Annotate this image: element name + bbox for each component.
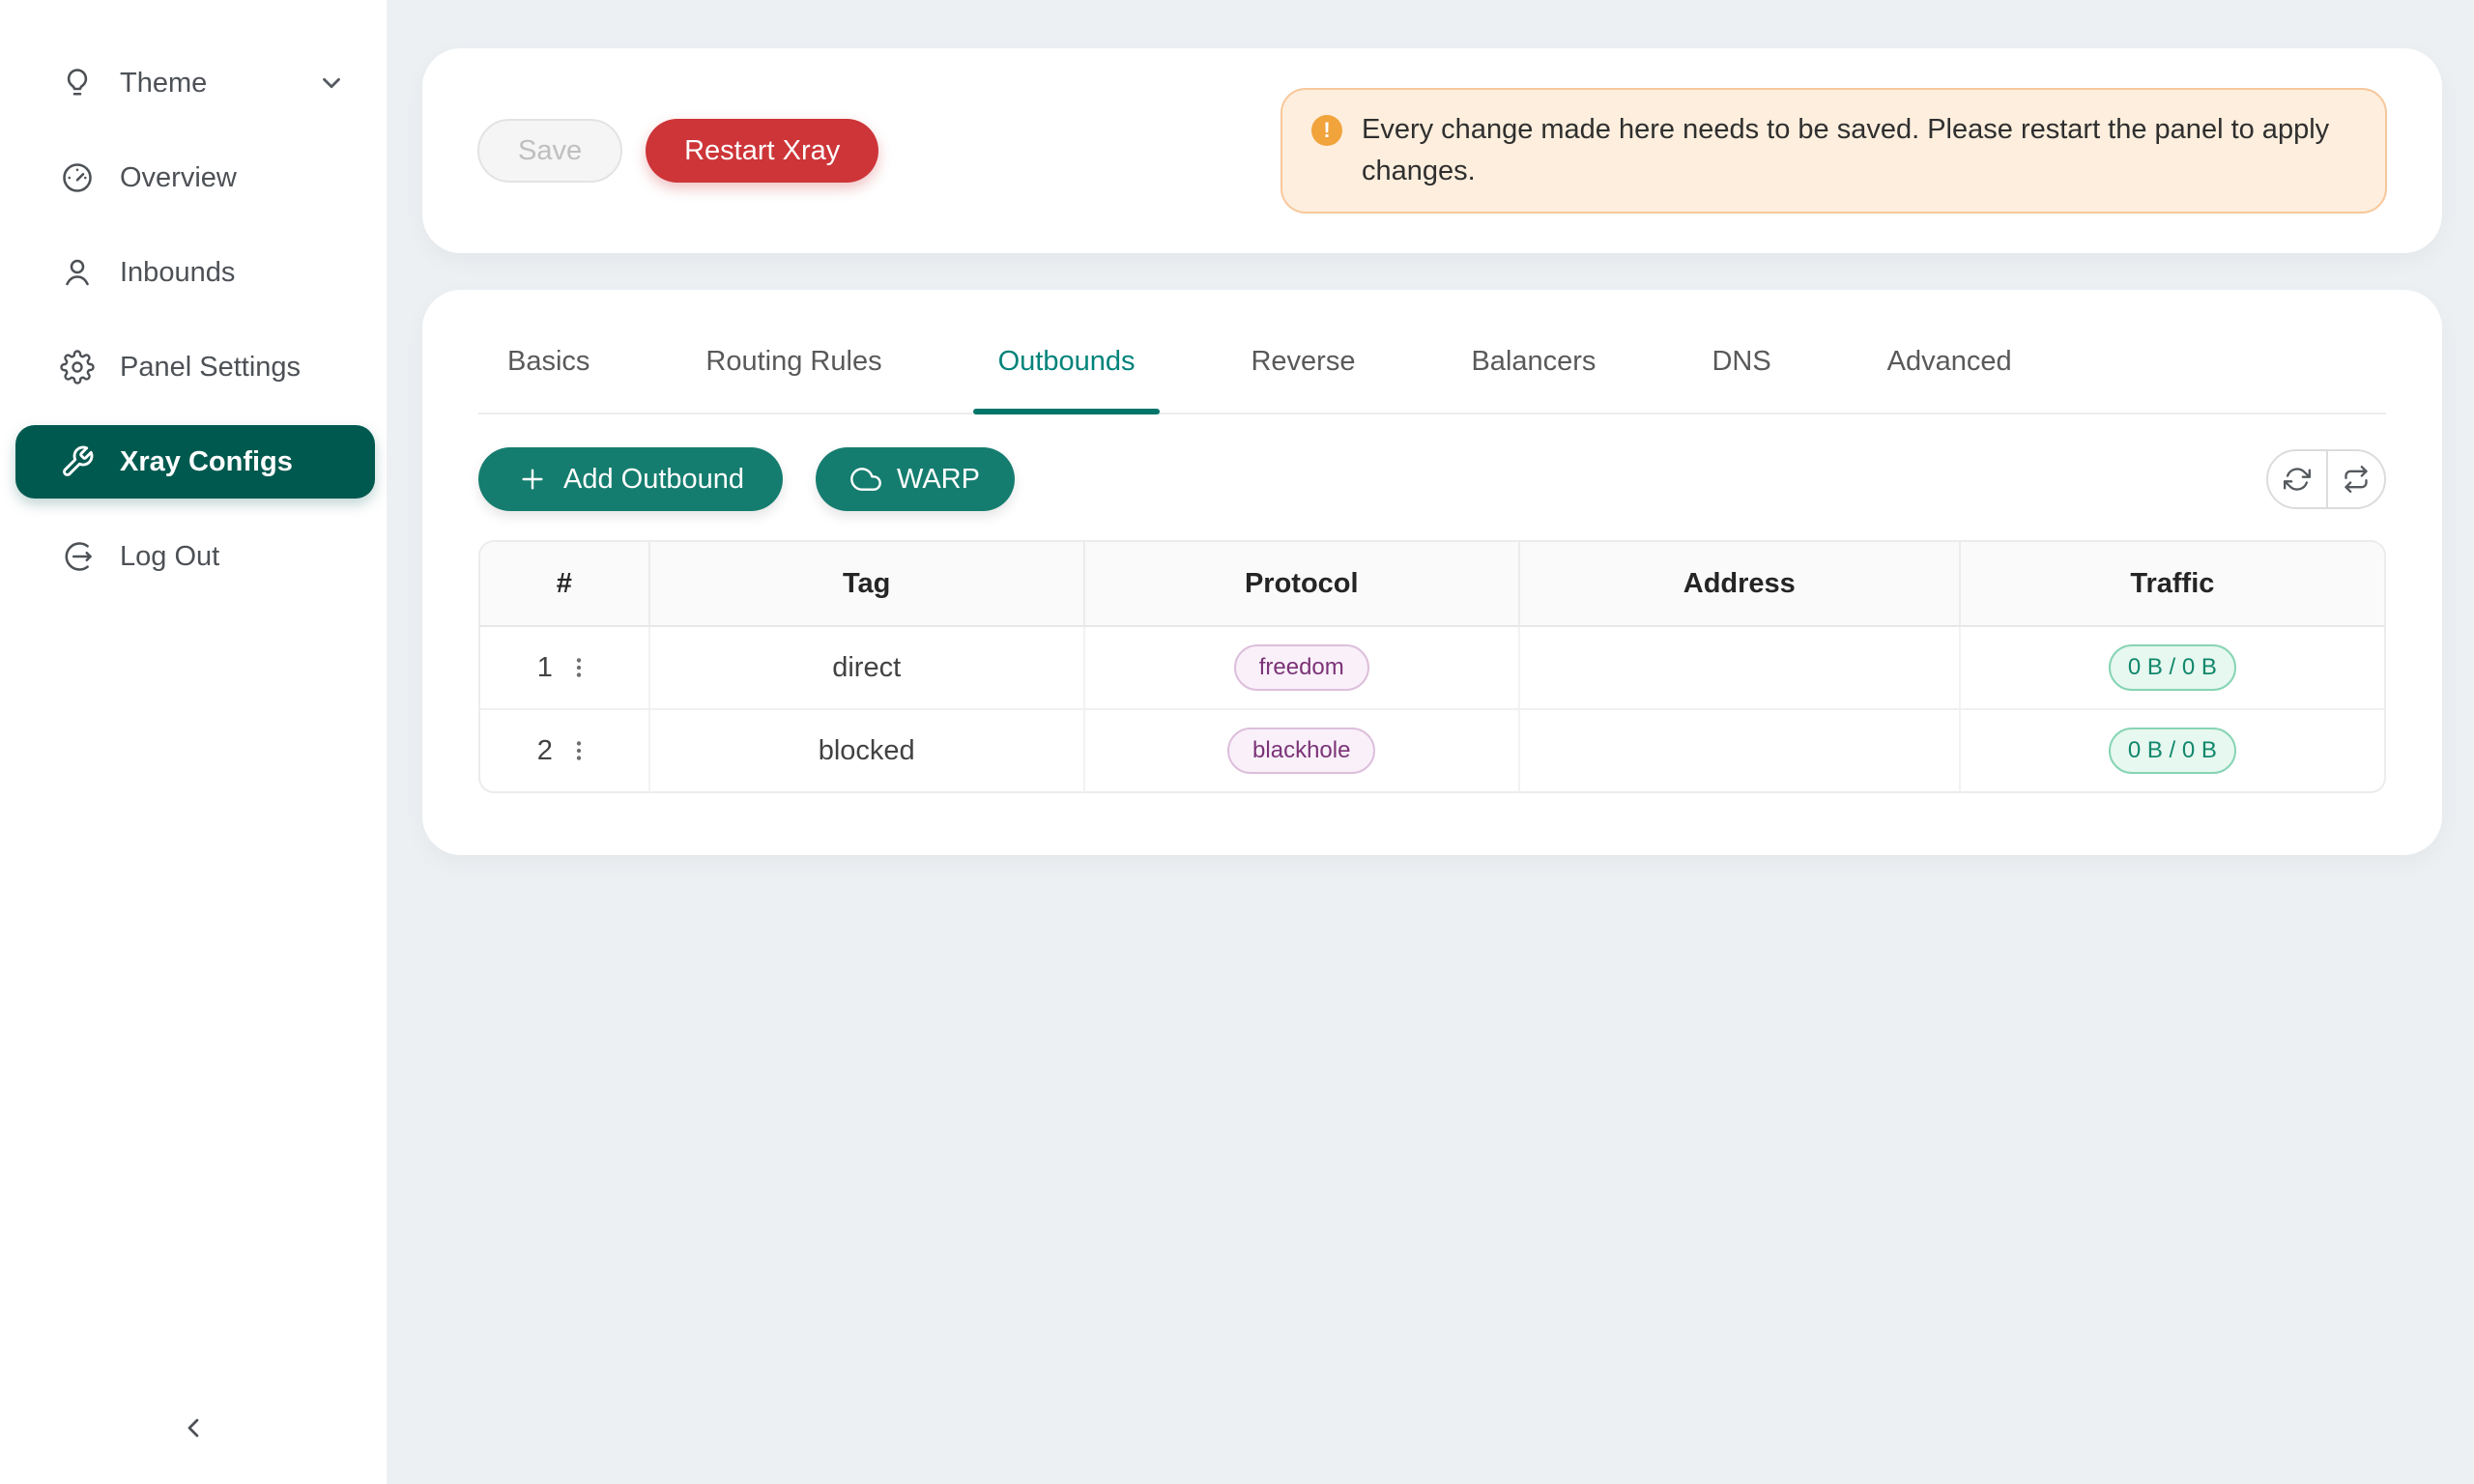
tab-reverse[interactable]: Reverse — [1251, 328, 1355, 413]
sidebar-item-label: Theme — [120, 68, 207, 100]
tab-routing-rules[interactable]: Routing Rules — [705, 328, 881, 413]
protocol-badge: freedom — [1234, 644, 1369, 691]
tab-basics[interactable]: Basics — [507, 328, 590, 413]
column-header-index: # — [478, 540, 650, 627]
sidebar-item-label: Xray Configs — [120, 446, 293, 478]
row-index: 2 — [537, 735, 553, 767]
toolbar-card: Save Restart Xray ! Every change made he… — [422, 48, 2442, 253]
row-index: 1 — [537, 652, 553, 684]
add-outbound-button[interactable]: Add Outbound — [478, 447, 783, 511]
column-header-tag: Tag — [650, 540, 1085, 627]
sidebar-item-label: Log Out — [120, 541, 219, 573]
sidebar-item-label: Panel Settings — [120, 352, 301, 384]
tab-dns[interactable]: DNS — [1712, 328, 1770, 413]
chevron-down-icon — [317, 69, 346, 98]
row-tag: blocked — [650, 710, 1085, 793]
add-outbound-label: Add Outbound — [563, 464, 744, 496]
user-icon — [60, 255, 95, 290]
warning-exclamation-icon: ! — [1311, 115, 1342, 146]
sidebar-item-label: Overview — [120, 162, 237, 194]
sidebar: Theme Overview Inbounds — [0, 0, 387, 1484]
column-header-address: Address — [1520, 540, 1961, 627]
column-header-protocol: Protocol — [1085, 540, 1520, 627]
actions-row: Add Outbound WARP — [478, 447, 2386, 511]
sidebar-item-label: Inbounds — [120, 257, 235, 289]
row-address — [1520, 710, 1961, 793]
sidebar-item-panel-settings[interactable]: Panel Settings — [15, 330, 375, 404]
cloud-icon — [850, 464, 881, 495]
refresh-icon — [2284, 466, 2311, 493]
refresh-button[interactable] — [2268, 451, 2326, 507]
sidebar-item-overview[interactable]: Overview — [15, 141, 375, 214]
logout-icon — [60, 539, 95, 574]
repeat-icon — [2343, 466, 2370, 493]
row-tag: direct — [650, 627, 1085, 710]
column-header-traffic: Traffic — [1961, 540, 2386, 627]
restart-xray-button[interactable]: Restart Xray — [646, 119, 878, 183]
wrench-icon — [60, 444, 95, 479]
table-row: 1 direct freedom 0 B / 0 B — [478, 627, 2386, 710]
reset-traffic-button[interactable] — [2326, 451, 2384, 507]
tab-balancers[interactable]: Balancers — [1471, 328, 1596, 413]
sidebar-collapse-button[interactable] — [164, 1399, 222, 1457]
sidebar-item-inbounds[interactable]: Inbounds — [15, 236, 375, 309]
plus-icon — [517, 464, 548, 495]
save-button[interactable]: Save — [477, 119, 622, 183]
chevron-left-icon — [178, 1413, 209, 1443]
warp-label: WARP — [897, 464, 980, 496]
row-menu-kebab-icon[interactable] — [566, 734, 591, 767]
dashboard-icon — [60, 160, 95, 195]
sidebar-item-theme[interactable]: Theme — [15, 46, 375, 120]
xray-configs-card: Basics Routing Rules Outbounds Reverse B… — [422, 290, 2442, 855]
row-address — [1520, 627, 1961, 710]
tab-outbounds[interactable]: Outbounds — [998, 328, 1136, 413]
lightbulb-icon — [60, 66, 95, 100]
gear-icon — [60, 350, 95, 385]
protocol-badge: blackhole — [1227, 728, 1375, 774]
traffic-badge: 0 B / 0 B — [2109, 644, 2236, 691]
outbounds-table-wrap: # Tag Protocol Address Traffic 1 — [478, 540, 2386, 793]
table-row: 2 blocked blackhole 0 B / 0 B — [478, 710, 2386, 793]
outbounds-table: # Tag Protocol Address Traffic 1 — [478, 540, 2386, 793]
sidebar-item-xray-configs[interactable]: Xray Configs — [15, 425, 375, 499]
tab-advanced[interactable]: Advanced — [1887, 328, 2012, 413]
alert-message: Every change made here needs to be saved… — [1362, 109, 2356, 192]
restart-warning-alert: ! Every change made here needs to be sav… — [1280, 88, 2387, 214]
main-content: Save Restart Xray ! Every change made he… — [387, 0, 2474, 1484]
tab-bar: Basics Routing Rules Outbounds Reverse B… — [478, 328, 2386, 414]
sidebar-item-log-out[interactable]: Log Out — [15, 520, 375, 593]
table-header-row: # Tag Protocol Address Traffic — [478, 540, 2386, 627]
row-menu-kebab-icon[interactable] — [566, 651, 591, 684]
table-tools-group — [2266, 449, 2386, 509]
warp-button[interactable]: WARP — [816, 447, 1015, 511]
traffic-badge: 0 B / 0 B — [2109, 728, 2236, 774]
